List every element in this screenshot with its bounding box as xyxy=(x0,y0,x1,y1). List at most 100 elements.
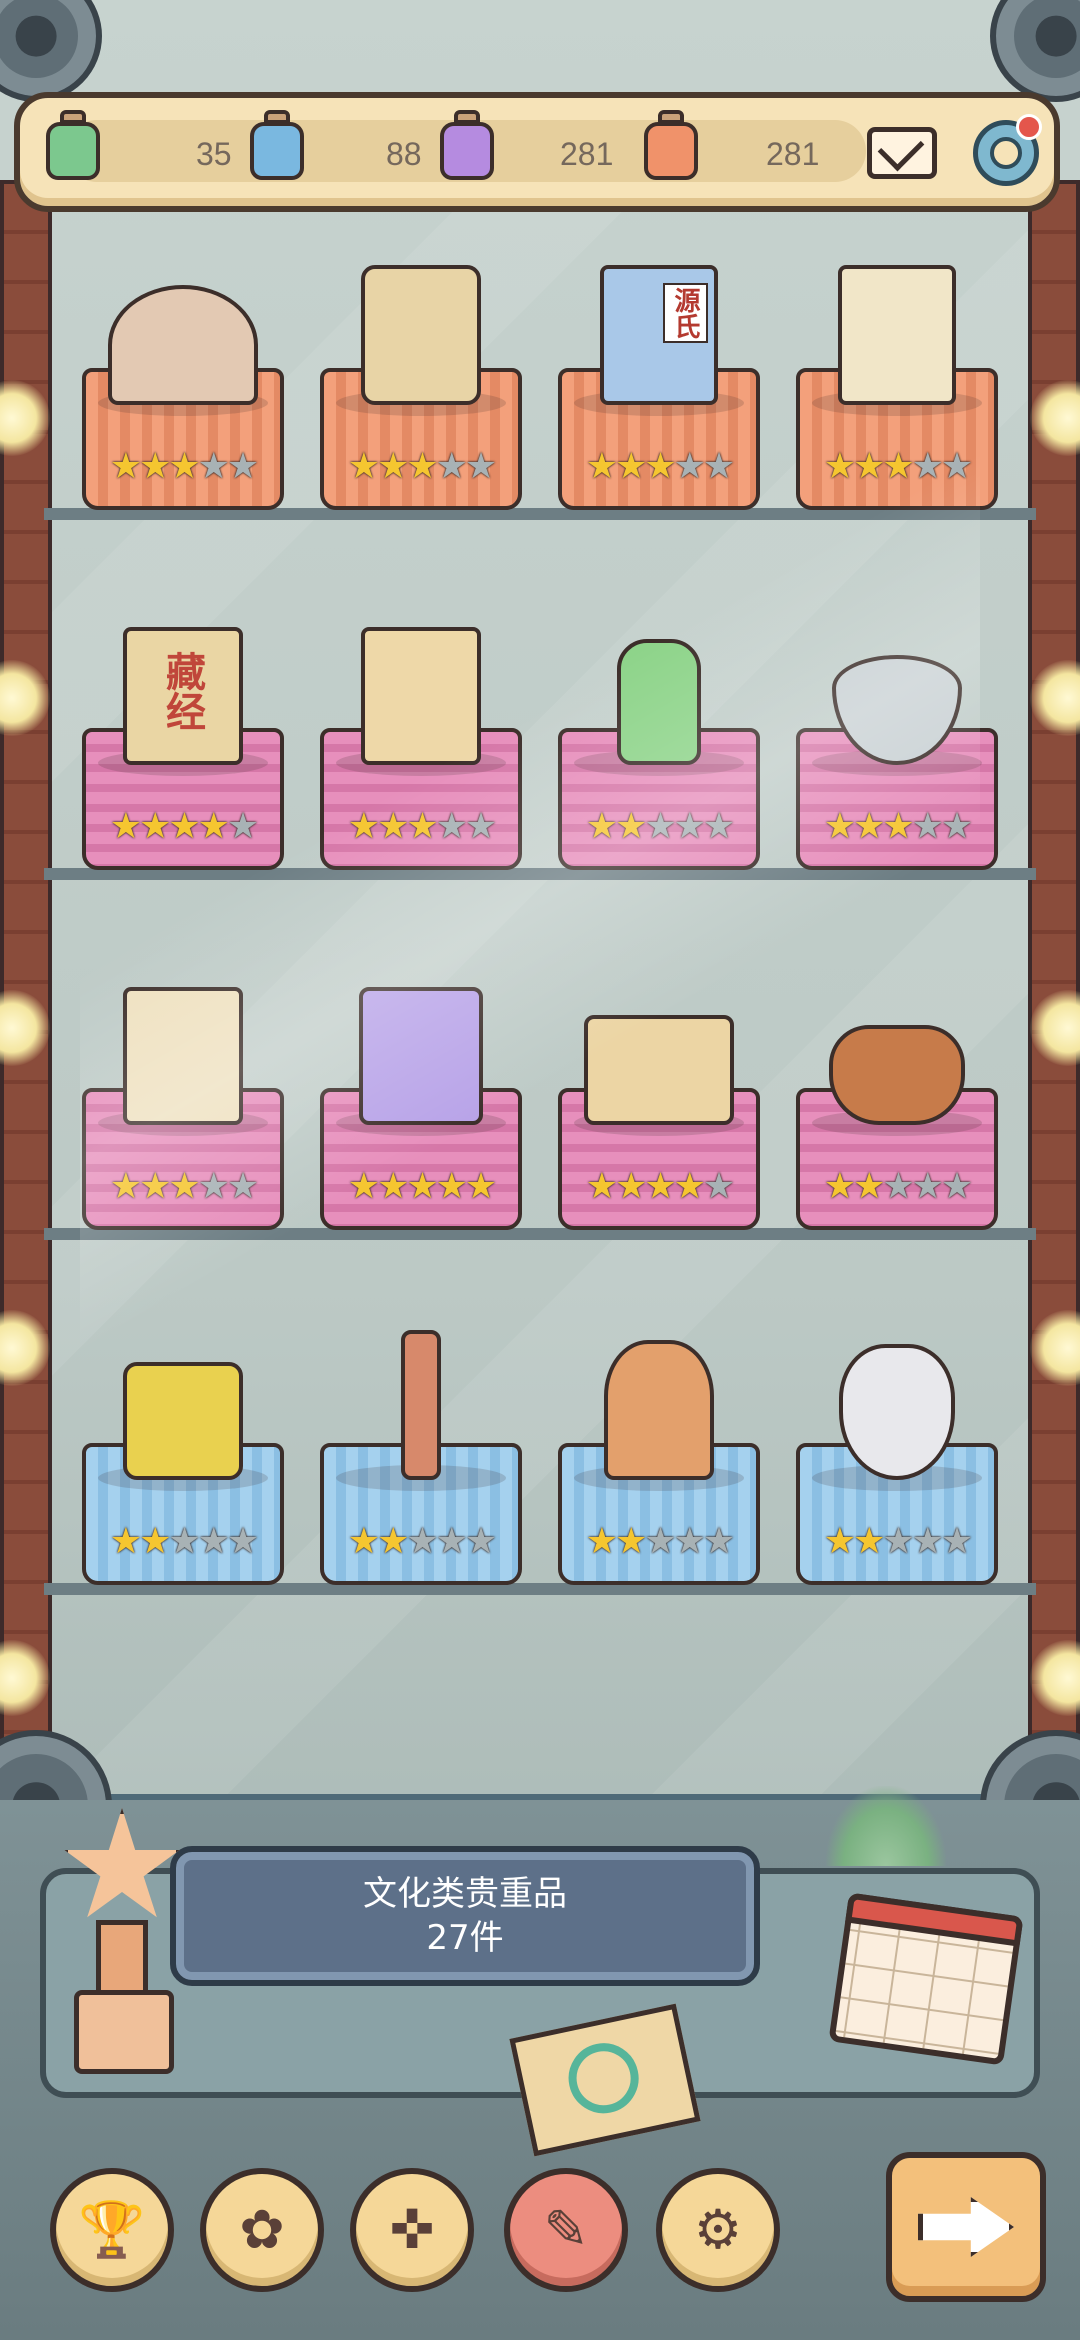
star-rating: ★★★★★ xyxy=(790,806,1004,847)
star-rating: ★★★★★ xyxy=(76,1521,290,1562)
star-empty-icon: ★ xyxy=(226,1166,259,1207)
star-empty-icon: ★ xyxy=(197,1521,230,1562)
star-filled-icon: ★ xyxy=(585,1521,618,1562)
star-filled-icon: ★ xyxy=(644,446,676,487)
mail-button[interactable] xyxy=(864,116,940,190)
star-filled-icon: ★ xyxy=(109,446,142,487)
star-filled-icon: ★ xyxy=(615,1521,647,1562)
arrow-right-icon xyxy=(918,2197,1014,2257)
collection-count: 27件 xyxy=(426,1918,504,1958)
settings-button[interactable] xyxy=(968,114,1044,190)
star-empty-icon: ★ xyxy=(435,446,468,487)
star-filled-icon: ★ xyxy=(406,1166,438,1207)
star-empty-icon: ★ xyxy=(197,1166,230,1207)
nav-trophy-button[interactable]: 🏆 xyxy=(50,2168,174,2292)
star-filled-icon: ★ xyxy=(347,806,380,847)
star-empty-icon: ★ xyxy=(644,806,676,847)
star-filled-icon: ★ xyxy=(197,806,230,847)
collection-slot-shakespeare-book[interactable]: ★★★★★ xyxy=(314,600,528,900)
resource-purple-value: 281 xyxy=(560,136,614,172)
collection-slot-rubiks-cube[interactable]: ★★★★★ xyxy=(76,1315,290,1615)
star-filled-icon: ★ xyxy=(464,1166,497,1207)
nav-quill-scroll-button[interactable]: ✎ xyxy=(504,2168,628,2292)
star-empty-icon: ★ xyxy=(911,446,944,487)
star-filled-icon: ★ xyxy=(823,1521,856,1562)
star-filled-icon: ★ xyxy=(139,1521,171,1562)
star-rating: ★★★★★ xyxy=(76,1166,290,1207)
calendar-icon[interactable] xyxy=(828,1892,1024,2066)
collection-slot-open-journal[interactable]: ★★★★★ xyxy=(552,960,766,1260)
potted-plant-icon xyxy=(826,1786,946,1866)
star-filled-icon: ★ xyxy=(347,446,380,487)
star-filled-icon: ★ xyxy=(435,1166,468,1207)
star-filled-icon: ★ xyxy=(823,806,856,847)
resource-purple[interactable] xyxy=(440,110,494,186)
collection-slot-herbal-book[interactable]: ★★★★★ xyxy=(76,960,290,1260)
star-filled-icon: ★ xyxy=(823,446,856,487)
poison-bottle-icon xyxy=(617,639,701,765)
resource-bar: 35 88 281 281 xyxy=(14,92,1060,212)
star-filled-icon: ★ xyxy=(168,446,200,487)
shakespeare-book-icon xyxy=(361,627,481,765)
collection-slot-stone-tablet[interactable]: ★★★★★ xyxy=(314,240,528,540)
star-filled-icon: ★ xyxy=(673,1166,706,1207)
star-filled-icon: ★ xyxy=(139,806,171,847)
star-filled-icon: ★ xyxy=(109,806,142,847)
collection-slot-spinning-top[interactable]: ★★★★★ xyxy=(790,600,1004,900)
collection-slot-pieta-statue[interactable]: ★★★★★ xyxy=(76,240,290,540)
star-rating: ★★★★★ xyxy=(552,1166,766,1207)
collection-slot-genji-book[interactable]: 源氏 ★★★★★ xyxy=(552,240,766,540)
nav-compass-button[interactable]: ✜ xyxy=(350,2168,474,2292)
green-ink-jar-icon xyxy=(46,110,100,180)
resource-orange[interactable] xyxy=(644,110,698,186)
star-rating: ★★★★★ xyxy=(76,446,290,487)
star-empty-icon: ★ xyxy=(644,1521,676,1562)
collection-slot-purple-spell-book[interactable]: ★★★★★ xyxy=(314,960,528,1260)
purple-spell-book-icon xyxy=(359,987,483,1125)
star-empty-icon: ★ xyxy=(702,1521,735,1562)
nav-rose-button[interactable]: ✿ xyxy=(200,2168,324,2292)
star-empty-icon: ★ xyxy=(940,1166,973,1207)
quill-scroll-icon: ✎ xyxy=(543,2198,589,2261)
resource-green[interactable] xyxy=(46,110,100,186)
star-filled-icon: ★ xyxy=(585,806,618,847)
collection-slot-tribal-mask[interactable]: ★★★★★ xyxy=(790,1315,1004,1615)
seated-figure-statue-icon xyxy=(604,1340,714,1480)
orange-ink-jar-icon xyxy=(644,110,698,180)
herbal-book-icon xyxy=(123,987,243,1125)
star-filled-icon: ★ xyxy=(168,1166,200,1207)
star-empty-icon: ★ xyxy=(702,806,735,847)
collection-slot-tobacco-pipe[interactable]: ★★★★★ xyxy=(790,960,1004,1260)
star-empty-icon: ★ xyxy=(168,1521,200,1562)
collection-slot-ancient-arrow[interactable]: ★★★★★ xyxy=(314,1315,528,1615)
star-rating: ★★★★★ xyxy=(552,1521,766,1562)
collection-slot-poison-bottle[interactable]: ★★★★★ xyxy=(552,600,766,900)
blue-ink-jar-icon xyxy=(250,110,304,180)
star-rating: ★★★★★ xyxy=(314,806,528,847)
star-filled-icon: ★ xyxy=(615,446,647,487)
star-filled-icon: ★ xyxy=(615,1166,647,1207)
nav-gear-button[interactable]: ⚙ xyxy=(656,2168,780,2292)
star-rating: ★★★★★ xyxy=(790,1166,1004,1207)
tobacco-pipe-icon xyxy=(829,1025,965,1125)
collection-slot-sutra-book[interactable]: 藏经 ★★★★★ xyxy=(76,600,290,900)
star-empty-icon: ★ xyxy=(464,1521,497,1562)
pieta-statue-icon xyxy=(108,285,258,405)
collection-slot-seated-figure-statue[interactable]: ★★★★★ xyxy=(552,1315,766,1615)
notification-dot xyxy=(1016,114,1042,140)
collection-slot-painted-scroll-book[interactable]: ★★★★★ xyxy=(790,240,1004,540)
star-filled-icon: ★ xyxy=(585,446,618,487)
star-filled-icon: ★ xyxy=(377,806,409,847)
star-filled-icon: ★ xyxy=(139,1166,171,1207)
star-rating: ★★★★★ xyxy=(314,446,528,487)
open-journal-icon xyxy=(584,1015,734,1125)
resource-blue[interactable] xyxy=(250,110,304,186)
trophy-stem xyxy=(96,1920,148,2000)
star-empty-icon: ★ xyxy=(911,1521,944,1562)
purple-ink-jar-icon xyxy=(440,110,494,180)
compass-icon: ✜ xyxy=(389,2198,435,2261)
rubiks-cube-icon xyxy=(123,1362,243,1480)
star-empty-icon: ★ xyxy=(882,1166,914,1207)
next-page-button[interactable] xyxy=(886,2152,1046,2302)
star-empty-icon: ★ xyxy=(435,1521,468,1562)
